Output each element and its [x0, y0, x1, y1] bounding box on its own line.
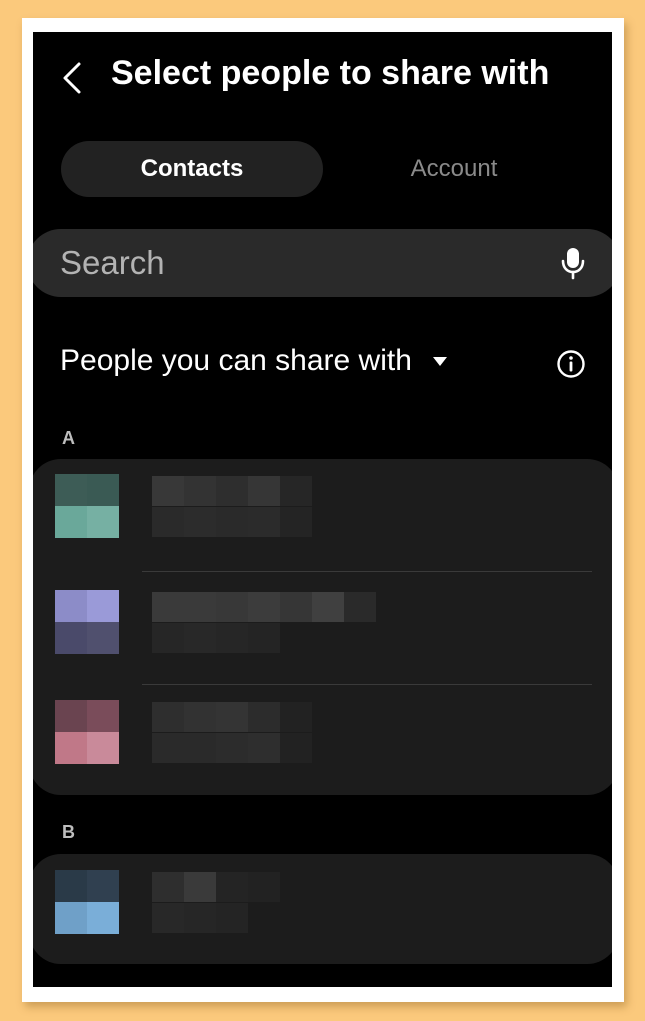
contact-row[interactable]: [33, 459, 612, 569]
contact-detail-redacted: [152, 623, 280, 653]
chevron-left-icon: [63, 62, 81, 94]
share-filter-dropdown[interactable]: People you can share with: [60, 344, 448, 378]
tab-account[interactable]: Account: [325, 141, 583, 197]
avatar: [55, 590, 119, 654]
contact-detail-redacted: [152, 733, 312, 763]
phone-screen: Select people to share with Contacts Acc…: [33, 32, 612, 987]
contact-name-redacted: [152, 592, 376, 622]
back-button[interactable]: [55, 58, 89, 98]
avatar: [55, 700, 119, 764]
group-letter-b: B: [62, 822, 75, 842]
tab-contacts[interactable]: Contacts: [61, 141, 323, 197]
section-title: People you can share with: [60, 344, 412, 377]
contact-detail-redacted: [152, 903, 248, 933]
contact-name-redacted: [152, 476, 312, 506]
contact-row[interactable]: [33, 572, 612, 682]
avatar: [55, 474, 119, 538]
microphone-icon: [561, 248, 585, 280]
contact-group-card-b: [33, 854, 612, 964]
info-button[interactable]: [555, 348, 587, 380]
info-circle-icon: [557, 350, 585, 378]
voice-search-button[interactable]: [557, 243, 589, 283]
contact-row[interactable]: [33, 685, 612, 795]
avatar: [55, 870, 119, 934]
contact-name-redacted: [152, 702, 312, 732]
contact-detail-redacted: [152, 507, 312, 537]
contact-row[interactable]: [33, 854, 612, 964]
search-bar: [33, 229, 612, 297]
page-title: Select people to share with: [111, 54, 550, 92]
contact-group-card-a: [33, 459, 612, 795]
search-input[interactable]: [60, 229, 540, 297]
group-letter-a: A: [62, 428, 75, 448]
caret-down-icon: [432, 357, 447, 366]
contact-name-redacted: [152, 872, 280, 902]
